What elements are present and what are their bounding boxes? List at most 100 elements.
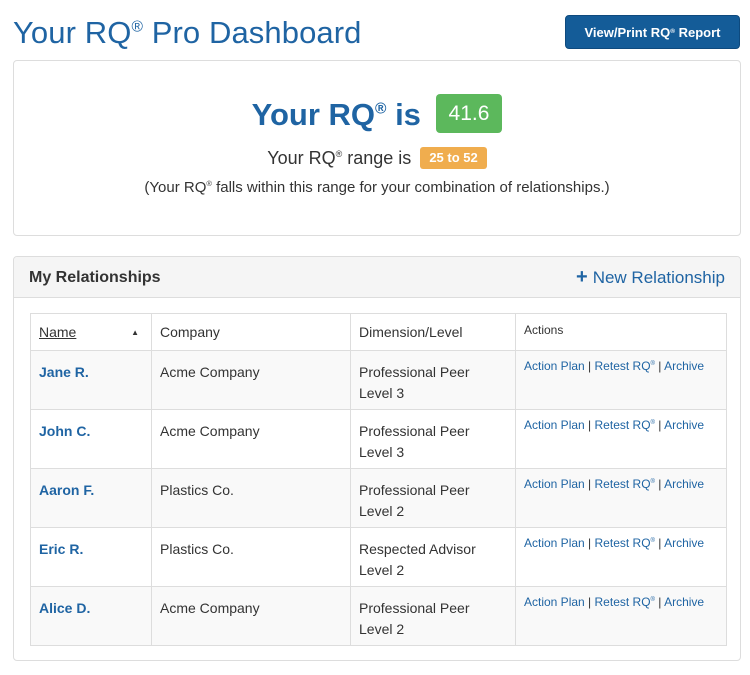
rq-range-note: (Your RQ® falls within this range for yo…: [14, 177, 740, 199]
rq-label: Your RQ: [251, 97, 376, 132]
action-separator: |: [658, 536, 662, 550]
registered-mark: ®: [131, 18, 143, 36]
action-plan-link[interactable]: Action Plan: [524, 418, 585, 432]
title-suffix: Pro Dashboard: [151, 15, 362, 50]
rq-range-badge: 25 to 52: [420, 147, 487, 170]
table-header-row: Name ▲ Company Dimension/Level Actions: [30, 313, 727, 351]
action-plan-link[interactable]: Action Plan: [524, 359, 585, 373]
action-separator: |: [588, 418, 592, 432]
rq-score-badge: 41.6: [435, 94, 503, 134]
cell-name: John C.: [30, 409, 152, 469]
title-prefix: Your RQ: [13, 15, 132, 50]
column-header-name[interactable]: Name ▲: [30, 313, 152, 351]
archive-link[interactable]: Archive: [664, 536, 704, 550]
relationship-name-link[interactable]: John C.: [39, 423, 90, 439]
range-label: Your RQ: [267, 148, 336, 168]
cell-actions: Action Plan | Retest RQ® | Archive: [515, 586, 727, 646]
registered-mark: ®: [375, 100, 387, 118]
cell-dimension: Professional Peer Level 2: [350, 586, 516, 646]
archive-link[interactable]: Archive: [664, 595, 704, 609]
cell-actions: Action Plan | Retest RQ® | Archive: [515, 527, 727, 587]
registered-mark: ®: [206, 179, 212, 188]
cell-name: Jane R.: [30, 350, 152, 410]
dimension-label: Professional Peer: [359, 364, 470, 380]
table-row: Eric R. Plastics Co. Respected Advisor Leve…: [30, 527, 727, 587]
relationship-name-link[interactable]: Aaron F.: [39, 482, 94, 498]
relationships-header: My Relationships + New Relationship: [14, 257, 740, 298]
retest-rq-link[interactable]: Retest RQ®: [595, 359, 655, 373]
action-separator: |: [588, 359, 592, 373]
sort-ascending-icon[interactable]: ▲: [131, 328, 139, 337]
relationships-table-body: Jane R. Acme Company Professional Peer Leve…: [30, 350, 727, 646]
action-plan-link[interactable]: Action Plan: [524, 536, 585, 550]
cell-name: Eric R.: [30, 527, 152, 587]
cell-company: Acme Company: [151, 350, 351, 410]
cell-company: Plastics Co.: [151, 468, 351, 528]
registered-mark: ®: [650, 420, 655, 426]
cell-dimension: Professional Peer Level 2: [350, 468, 516, 528]
retest-label: Retest RQ: [594, 359, 651, 373]
page-title: Your RQ® Pro Dashboard: [13, 13, 362, 53]
action-plan-link[interactable]: Action Plan: [524, 595, 585, 609]
registered-mark: ®: [335, 149, 343, 159]
range-is-label: range is: [347, 148, 412, 168]
level-label: Level 2: [359, 503, 405, 519]
report-button-label: View/Print RQ: [584, 24, 671, 40]
plus-icon: +: [576, 266, 588, 288]
relationship-name-link[interactable]: Jane R.: [39, 364, 89, 380]
relationship-name-link[interactable]: Alice D.: [39, 600, 90, 616]
rq-is-label: is: [395, 97, 421, 132]
action-separator: |: [588, 477, 592, 491]
relationships-title: My Relationships: [29, 269, 161, 286]
cell-dimension: Professional Peer Level 3: [350, 409, 516, 469]
dimension-label: Professional Peer: [359, 423, 470, 439]
table-row: Jane R. Acme Company Professional Peer Leve…: [30, 350, 727, 410]
registered-mark: ®: [650, 597, 655, 603]
retest-label: Retest RQ: [594, 477, 651, 491]
action-separator: |: [658, 359, 662, 373]
registered-mark: ®: [650, 538, 655, 544]
registered-mark: ®: [650, 479, 655, 485]
archive-link[interactable]: Archive: [664, 359, 704, 373]
sort-by-name-link[interactable]: Name: [39, 324, 76, 340]
action-separator: |: [658, 595, 662, 609]
retest-rq-link[interactable]: Retest RQ®: [595, 536, 655, 550]
column-header-dimension: Dimension/Level: [350, 313, 516, 351]
action-plan-link[interactable]: Action Plan: [524, 477, 585, 491]
cell-actions: Action Plan | Retest RQ® | Archive: [515, 409, 727, 469]
cell-name: Alice D.: [30, 586, 152, 646]
cell-name: Aaron F.: [30, 468, 152, 528]
new-relationship-link[interactable]: + New Relationship: [576, 257, 725, 298]
level-label: Level 3: [359, 444, 405, 460]
retest-label: Retest RQ: [594, 418, 651, 432]
report-button-label-suffix: Report: [678, 24, 721, 40]
action-separator: |: [588, 595, 592, 609]
cell-actions: Action Plan | Retest RQ® | Archive: [515, 468, 727, 528]
cell-actions: Action Plan | Retest RQ® | Archive: [515, 350, 727, 410]
cell-company: Acme Company: [151, 586, 351, 646]
retest-rq-link[interactable]: Retest RQ®: [595, 595, 655, 609]
level-label: Level 2: [359, 562, 405, 578]
note-suffix: falls within this range for your combina…: [216, 179, 610, 196]
action-separator: |: [658, 418, 662, 432]
registered-mark: ®: [650, 361, 655, 367]
dimension-label: Professional Peer: [359, 482, 470, 498]
new-relationship-label: New Relationship: [592, 268, 725, 287]
level-label: Level 2: [359, 621, 405, 637]
cell-company: Plastics Co.: [151, 527, 351, 587]
cell-dimension: Professional Peer Level 3: [350, 350, 516, 410]
table-row: Alice D. Acme Company Professional Peer Lev…: [30, 586, 727, 646]
retest-rq-link[interactable]: Retest RQ®: [595, 418, 655, 432]
rq-score-line: Your RQ® is 41.6: [14, 94, 740, 136]
column-header-actions: Actions: [515, 313, 727, 351]
relationships-table: Name ▲ Company Dimension/Level Actions Ja…: [30, 313, 727, 646]
view-print-report-button[interactable]: View/Print RQ ® Report: [565, 15, 740, 49]
retest-rq-link[interactable]: Retest RQ®: [595, 477, 655, 491]
retest-label: Retest RQ: [594, 536, 651, 550]
cell-company: Acme Company: [151, 409, 351, 469]
archive-link[interactable]: Archive: [664, 477, 704, 491]
relationship-name-link[interactable]: Eric R.: [39, 541, 83, 557]
level-label: Level 3: [359, 385, 405, 401]
archive-link[interactable]: Archive: [664, 418, 704, 432]
note-prefix: (Your RQ: [144, 179, 207, 196]
